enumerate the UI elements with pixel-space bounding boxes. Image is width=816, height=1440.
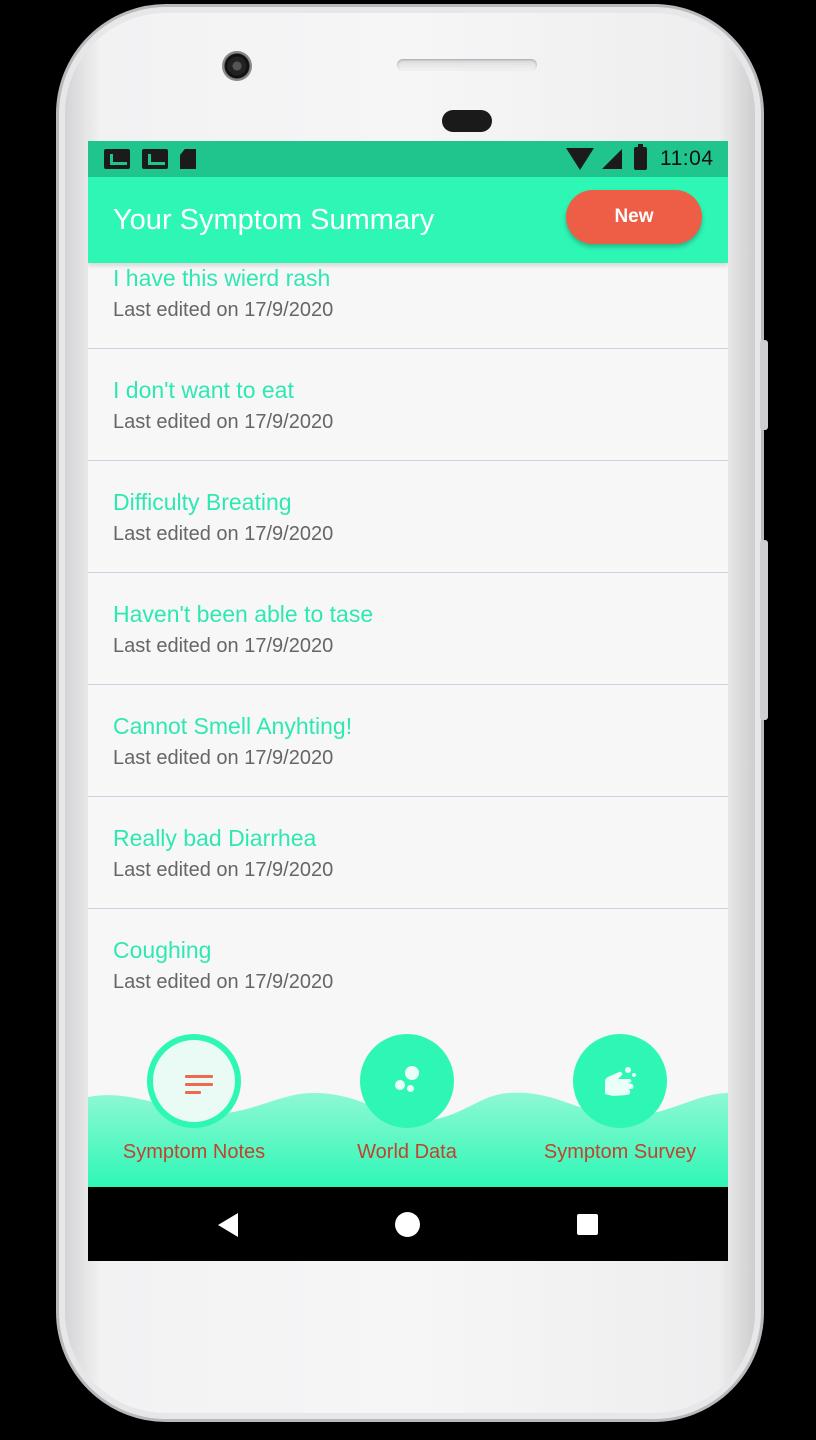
wifi-icon	[566, 148, 594, 170]
list-item[interactable]: I don't want to eat Last edited on 17/9/…	[88, 349, 728, 461]
list-item[interactable]: Cannot Smell Anyhting! Last edited on 17…	[88, 685, 728, 797]
recent-apps-icon[interactable]	[577, 1214, 598, 1235]
note-title: Cannot Smell Anyhting!	[113, 713, 353, 739]
note-title: Difficulty Breating	[113, 489, 292, 515]
nav-symptom-survey-circle	[573, 1034, 667, 1128]
system-navigation-bar	[88, 1187, 728, 1261]
symptom-notes-list[interactable]: I have this wierd rash Last edited on 17…	[88, 237, 728, 1021]
note-edited-date: Last edited on 17/9/2020	[113, 971, 334, 993]
nav-label: Symptom Notes	[122, 1141, 266, 1163]
note-edited-date: Last edited on 17/9/2020	[113, 635, 334, 657]
notes-icon	[185, 1075, 213, 1095]
list-item[interactable]: Really bad Diarrhea Last edited on 17/9/…	[88, 797, 728, 909]
nav-label: Symptom Survey	[543, 1141, 697, 1163]
note-title: I have this wierd rash	[113, 265, 331, 291]
screen: 11:04 Your Symptom Summary New I have th…	[88, 141, 728, 1261]
volume-button	[760, 540, 768, 720]
page-title: Your Symptom Summary	[113, 204, 435, 236]
list-item[interactable]: Haven't been able to tase Last edited on…	[88, 573, 728, 685]
new-note-button[interactable]: New	[566, 190, 702, 244]
note-title: I don't want to eat	[113, 377, 294, 403]
nav-world-data-circle	[360, 1034, 454, 1128]
nav-world-data[interactable]: World Data	[307, 1031, 507, 1187]
app-bar: Your Symptom Summary New	[88, 177, 728, 263]
speaker-grille	[397, 59, 537, 71]
hand-wash-icon	[605, 1067, 636, 1096]
gmail-icon	[104, 149, 130, 169]
home-icon[interactable]	[395, 1212, 420, 1237]
nav-label: World Data	[357, 1141, 457, 1163]
list-item[interactable]: Difficulty Breating Last edited on 17/9/…	[88, 461, 728, 573]
note-title: Really bad Diarrhea	[113, 825, 317, 851]
front-camera	[222, 51, 252, 81]
earpiece	[442, 110, 492, 132]
list-item[interactable]: Coughing Last edited on 17/9/2020	[88, 909, 728, 1021]
gmail-icon	[142, 149, 168, 169]
back-icon[interactable]	[218, 1213, 238, 1237]
nav-symptom-notes-circle	[147, 1034, 241, 1128]
note-edited-date: Last edited on 17/9/2020	[113, 747, 334, 769]
sd-card-icon	[180, 149, 196, 169]
bubbles-icon	[393, 1066, 423, 1096]
nav-symptom-notes[interactable]: Symptom Notes	[94, 1031, 294, 1187]
status-bar: 11:04	[88, 141, 728, 177]
note-title: Haven't been able to tase	[113, 601, 374, 627]
battery-charging-icon	[634, 144, 647, 170]
power-button	[760, 340, 768, 430]
note-edited-date: Last edited on 17/9/2020	[113, 859, 334, 881]
note-title: Coughing	[113, 937, 212, 963]
note-edited-date: Last edited on 17/9/2020	[113, 299, 334, 321]
nav-symptom-survey[interactable]: Symptom Survey	[520, 1031, 720, 1187]
note-edited-date: Last edited on 17/9/2020	[113, 411, 334, 433]
status-clock: 11:04	[660, 147, 714, 170]
signal-icon	[602, 149, 622, 169]
note-edited-date: Last edited on 17/9/2020	[113, 523, 334, 545]
bottom-navigation: Symptom Notes World Data Symptom Survey	[88, 1031, 728, 1187]
